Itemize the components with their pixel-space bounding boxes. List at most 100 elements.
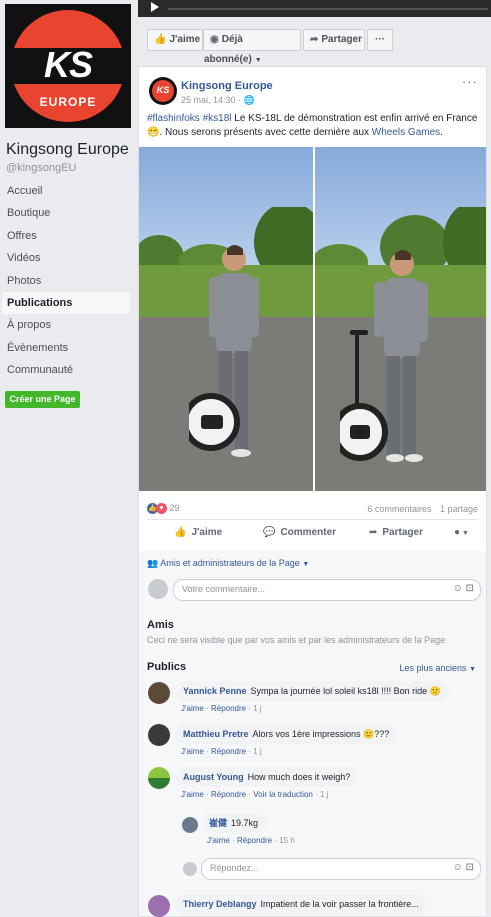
comment-bubble: Thierry Deblangy Impatient de la voir pas… [175,894,427,914]
page-handle[interactable]: @kingsongEU [6,162,76,174]
subscribed-button[interactable]: ◉ Déjà abonné(e) ▼ [203,29,301,65]
my-avatar [148,579,168,599]
post-comment-button[interactable]: 💬 Commenter [263,527,336,538]
comment-text: Sympa la journée lol soleil ks18l !!!! B… [250,686,441,696]
post-as-selector[interactable]: ● ▼ [454,527,469,538]
post-photo-1[interactable] [139,147,313,491]
post-link-wheels-games[interactable]: Wheels Games [372,127,440,138]
nav-item-boutique[interactable]: Boutique [2,202,130,224]
comment-text: How much does it weigh? [247,772,351,782]
create-page-button[interactable]: Créer une Page [5,391,80,408]
play-icon[interactable] [151,2,159,12]
reply-input[interactable]: Répondez... ☺ ⊡ [201,858,481,880]
comment-icon: 💬 [263,527,276,538]
post-comment-label: Commenter [280,527,337,538]
comment-translate-link[interactable]: Voir la traduction [253,790,313,799]
comment-time[interactable]: 1 j [253,704,261,713]
comment-time[interactable]: 1 j [253,747,261,756]
friends-icon: 👥 [147,558,159,568]
thumb-up-icon: 👍 [154,34,167,45]
nav-item-publications[interactable]: Publications [2,291,130,315]
nav-item-photos[interactable]: Photos [2,270,130,292]
page-name[interactable]: Kingsong Europe [6,141,129,159]
post-share-button[interactable]: ➦ Partager [369,527,423,538]
comment-reply-link[interactable]: Répondre [211,704,246,713]
chevron-down-icon: ▼ [254,57,262,64]
reply-like-link[interactable]: J'aime [207,836,230,845]
post-like-label: J'aime [191,527,223,538]
like-page-button[interactable]: 👍 J'aime [147,29,203,51]
reply-reply-link[interactable]: Répondre [237,836,272,845]
nav-item-accueil[interactable]: Accueil [2,180,130,202]
comment-input[interactable]: Votre commentaire... ☺ ⊡ [173,579,481,601]
person-with-trolley-wheel [340,250,428,462]
nav-item-communaute[interactable]: Communauté [2,359,130,381]
comment-reply-link[interactable]: Répondre [211,790,246,799]
comment-bubble: August Young How much does it weigh? [175,767,359,787]
post-options-icon[interactable]: ··· [462,74,478,89]
emoji-sticker-icons[interactable]: ☺ ⊡ [453,862,474,873]
video-player-strip[interactable] [138,0,491,17]
nav-item-evenements[interactable]: Évènements [2,337,130,359]
commenter-avatar[interactable] [148,895,170,917]
love-reaction-icon: ♥ [156,503,167,515]
commenter-name[interactable]: August Young [183,772,244,782]
commenter-avatar[interactable] [148,682,170,704]
comment-like-link[interactable]: J'aime [181,747,204,756]
comment-like-link[interactable]: J'aime [181,704,204,713]
like-page-label: J'aime [169,34,201,45]
post-photo-2[interactable] [315,147,486,491]
chevron-down-icon: ▼ [469,666,476,673]
emoji-sticker-icons[interactable]: ☺ ⊡ [453,583,474,594]
comment-like-link[interactable]: J'aime [181,790,204,799]
comment-sort-label: Les plus anciens [399,663,467,673]
person-with-wheel [189,245,259,457]
profile-avatar-icon: ● [454,527,461,538]
shares-count[interactable]: 1 partage [440,504,478,514]
commenter-avatar[interactable] [148,767,170,789]
reply-author-avatar[interactable] [182,817,198,833]
friends-section-note: Ceci ne sera visible que par vos amis et… [147,635,446,645]
comment-bubble: Yannick Penne Sympa la journée lol soleil… [175,681,449,701]
share-page-button[interactable]: ➦ Partager [303,29,365,51]
post-author-name[interactable]: Kingsong Europe [181,80,273,92]
comment-actions: J'aime · Répondre · 1 j [181,747,262,756]
comment-text: Impatient de la voir passer la frontière… [260,899,419,909]
logo-subtext: EUROPE [39,95,97,109]
reply-bubble: 崔健 19.7kg [201,813,267,833]
avatar-logo-text: KS [156,85,170,95]
comment-time[interactable]: 1 j [320,790,328,799]
commenter-name[interactable]: Matthieu Pretre [183,729,249,739]
left-column: KS EUROPE Kingsong Europe @kingsongEU Ac… [0,0,138,915]
share-page-label: Partager [321,34,362,45]
commenter-avatar[interactable] [148,724,170,746]
post-timestamp[interactable]: 25 mai, 14:30 · 🌐 [181,95,255,106]
nav-item-videos[interactable]: Vidéos [2,247,130,269]
comments-count[interactable]: 6 commentaires [367,504,431,514]
commenter-name[interactable]: Thierry Deblangy [183,899,257,909]
post-text: #flashinfoks #ks18l Le KS-18L de démonst… [147,112,481,140]
comment-sort-selector[interactable]: Les plus anciens ▼ [400,663,477,673]
reactions-summary[interactable]: 👍 ♥ 29 [147,503,180,515]
comment-placeholder: Votre commentaire... [182,584,266,594]
comment-filter-label: Amis et administrateurs de la Page [160,558,300,568]
more-options-button[interactable]: ··· [367,29,393,51]
comment-text: Alors vos 1ère impressions 🙂??? [252,729,390,739]
nav-item-a-propos[interactable]: À propos [2,314,130,336]
share-arrow-icon: ➦ [310,34,319,45]
comment-reply-link[interactable]: Répondre [211,747,246,756]
nav-item-offres[interactable]: Offres [2,225,130,247]
post-like-button[interactable]: 👍 J'aime [174,527,222,538]
globe-icon: 🌐 [243,95,255,105]
comment-filter[interactable]: 👥 Amis et administrateurs de la Page ▼ [147,558,309,569]
reply-time[interactable]: 15 h [279,836,295,845]
page-logo[interactable]: KS EUROPE [5,4,131,128]
commenter-name[interactable]: Yannick Penne [183,686,247,696]
video-progress-track[interactable] [168,8,488,10]
logo-text: KS [43,44,93,85]
post-author-avatar[interactable]: KS [149,77,177,105]
thumb-up-icon: 👍 [174,527,187,538]
reply-author-name[interactable]: 崔健 [209,818,227,828]
share-arrow-icon: ➦ [369,527,378,538]
post-hashtags[interactable]: #flashinfoks #ks18l [147,113,232,124]
